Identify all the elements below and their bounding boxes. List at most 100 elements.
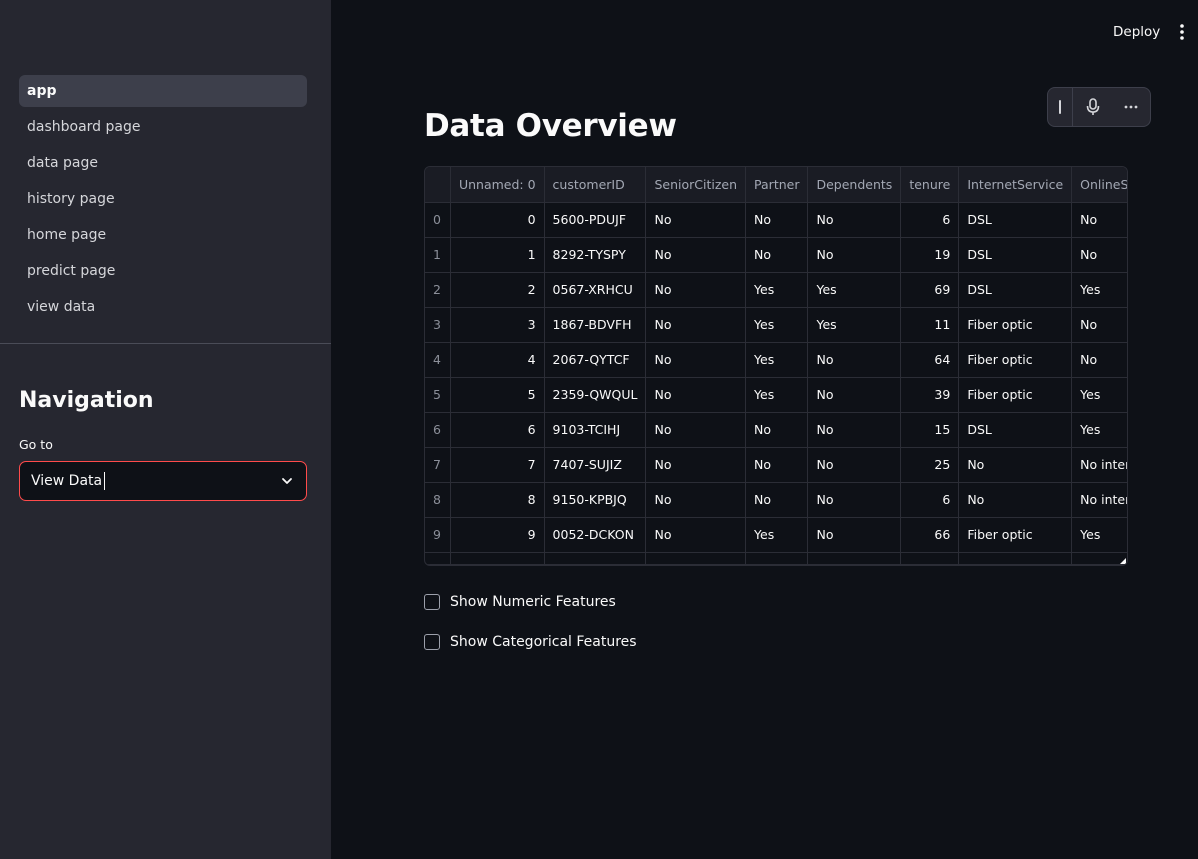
table-cell[interactable]: 2067-QYTCF [544, 342, 647, 378]
show-categorical-features-checkbox[interactable]: Show Categorical Features [424, 632, 637, 652]
table-cell[interactable]: 15 [900, 412, 960, 448]
table-cell[interactable]: No [958, 482, 1073, 518]
table-cell[interactable]: 3 [450, 307, 545, 343]
table-cell[interactable]: DSL [958, 412, 1073, 448]
table-cell[interactable]: 0567-XRHCU [544, 272, 647, 308]
table-cell[interactable]: 0052-DCKON [544, 517, 647, 553]
table-cell[interactable]: No [958, 447, 1073, 483]
table-cell[interactable]: 7 [450, 447, 545, 483]
table-cell[interactable]: Yes [1071, 272, 1127, 308]
data-table[interactable]: Unnamed: 0 customerID SeniorCitizen Partner… [424, 166, 1128, 566]
table-cell[interactable]: 9 [450, 517, 545, 553]
row-index[interactable]: 8 [425, 482, 451, 518]
table-cell[interactable]: No [645, 237, 747, 273]
resize-handle-icon[interactable] [1120, 558, 1126, 564]
table-cell[interactable]: No [745, 412, 809, 448]
table-cell[interactable]: 64 [900, 342, 960, 378]
row-index[interactable]: 4 [425, 342, 451, 378]
table-cell[interactable]: No internet service [1071, 447, 1127, 483]
table-cell[interactable]: No [645, 202, 747, 238]
go-to-select[interactable]: View Data [19, 461, 307, 501]
sidebar-item-app[interactable]: app [19, 75, 307, 107]
table-cell[interactable]: Yes [745, 517, 809, 553]
table-cell[interactable]: Yes [1071, 517, 1127, 553]
table-cell[interactable]: No [645, 482, 747, 518]
row-index[interactable]: 7 [425, 447, 451, 483]
table-cell[interactable]: Yes [1071, 412, 1127, 448]
table-cell[interactable]: No [645, 517, 747, 553]
column-header[interactable]: OnlineSecurity [1071, 167, 1127, 203]
kebab-vertical-icon[interactable] [1174, 22, 1190, 42]
column-header[interactable]: SeniorCitizen [645, 167, 747, 203]
row-index[interactable]: 9 [425, 517, 451, 553]
table-cell[interactable]: 8 [450, 482, 545, 518]
table-cell[interactable]: Yes [745, 307, 809, 343]
table-cell[interactable]: Yes [745, 377, 809, 413]
column-header[interactable]: Dependents [807, 167, 902, 203]
table-cell[interactable]: Fiber optic [958, 307, 1073, 343]
deploy-button[interactable]: Deploy [1108, 20, 1165, 44]
table-cell[interactable]: Fiber optic [958, 377, 1073, 413]
checkbox-box[interactable] [424, 594, 440, 610]
table-cell[interactable]: No [1071, 342, 1127, 378]
sidebar-item-predict-page[interactable]: predict page [19, 255, 307, 287]
table-cell[interactable]: No [807, 482, 902, 518]
table-cell[interactable]: 66 [900, 517, 960, 553]
table-cell[interactable]: 5 [450, 377, 545, 413]
table-cell[interactable]: Yes [807, 307, 902, 343]
table-cell[interactable]: 1867-BDVFH [544, 307, 647, 343]
table-cell[interactable]: No [745, 482, 809, 518]
table-cell[interactable]: 9150-KPBJQ [544, 482, 647, 518]
table-cell[interactable]: No [745, 237, 809, 273]
table-cell[interactable]: No [1071, 307, 1127, 343]
table-cell[interactable]: 7407-SUJIZ [544, 447, 647, 483]
table-cell[interactable]: 6 [450, 412, 545, 448]
table-cell[interactable]: No [1071, 237, 1127, 273]
table-cell[interactable]: Fiber optic [958, 342, 1073, 378]
table-cell[interactable]: No [1071, 202, 1127, 238]
column-header[interactable]: Partner [745, 167, 809, 203]
column-header[interactable]: customerID [544, 167, 647, 203]
toolbar-handle[interactable] [1048, 88, 1072, 126]
index-header[interactable] [425, 167, 451, 203]
table-cell[interactable]: Yes [1071, 377, 1127, 413]
table-cell[interactable]: 9103-TCIHJ [544, 412, 647, 448]
microphone-icon[interactable] [1078, 88, 1108, 126]
table-cell[interactable]: Yes [745, 342, 809, 378]
table-cell[interactable]: 25 [900, 447, 960, 483]
row-index[interactable]: 3 [425, 307, 451, 343]
sidebar-item-home-page[interactable]: home page [19, 219, 307, 251]
checkbox-box[interactable] [424, 634, 440, 650]
table-cell[interactable]: No [645, 377, 747, 413]
table-cell[interactable]: 39 [900, 377, 960, 413]
table-cell[interactable]: No [807, 202, 902, 238]
table-cell[interactable]: No [807, 447, 902, 483]
table-cell[interactable]: No [645, 447, 747, 483]
table-cell[interactable]: Fiber optic [958, 517, 1073, 553]
row-index[interactable]: 2 [425, 272, 451, 308]
table-cell[interactable]: DSL [958, 237, 1073, 273]
column-header[interactable]: Unnamed: 0 [450, 167, 545, 203]
table-cell[interactable]: 2 [450, 272, 545, 308]
table-cell[interactable]: No [645, 412, 747, 448]
row-index[interactable]: 1 [425, 237, 451, 273]
column-header[interactable]: tenure [900, 167, 960, 203]
table-cell[interactable]: No internet service [1071, 482, 1127, 518]
sidebar-item-data-page[interactable]: data page [19, 147, 307, 179]
table-cell[interactable]: No [807, 517, 902, 553]
table-cell[interactable]: No [645, 342, 747, 378]
table-cell[interactable]: 2359-QWQUL [544, 377, 647, 413]
table-cell[interactable]: 69 [900, 272, 960, 308]
table-cell[interactable]: DSL [958, 272, 1073, 308]
row-index[interactable]: 0 [425, 202, 451, 238]
table-cell[interactable]: DSL [958, 202, 1073, 238]
show-numeric-features-checkbox[interactable]: Show Numeric Features [424, 592, 616, 612]
row-index[interactable]: 6 [425, 412, 451, 448]
sidebar-item-dashboard-page[interactable]: dashboard page [19, 111, 307, 143]
table-cell[interactable]: 8292-TYSPY [544, 237, 647, 273]
table-cell[interactable]: 11 [900, 307, 960, 343]
table-cell[interactable]: 1 [450, 237, 545, 273]
table-cell[interactable]: 6 [900, 202, 960, 238]
table-cell[interactable]: 4 [450, 342, 545, 378]
table-cell[interactable]: No [807, 412, 902, 448]
